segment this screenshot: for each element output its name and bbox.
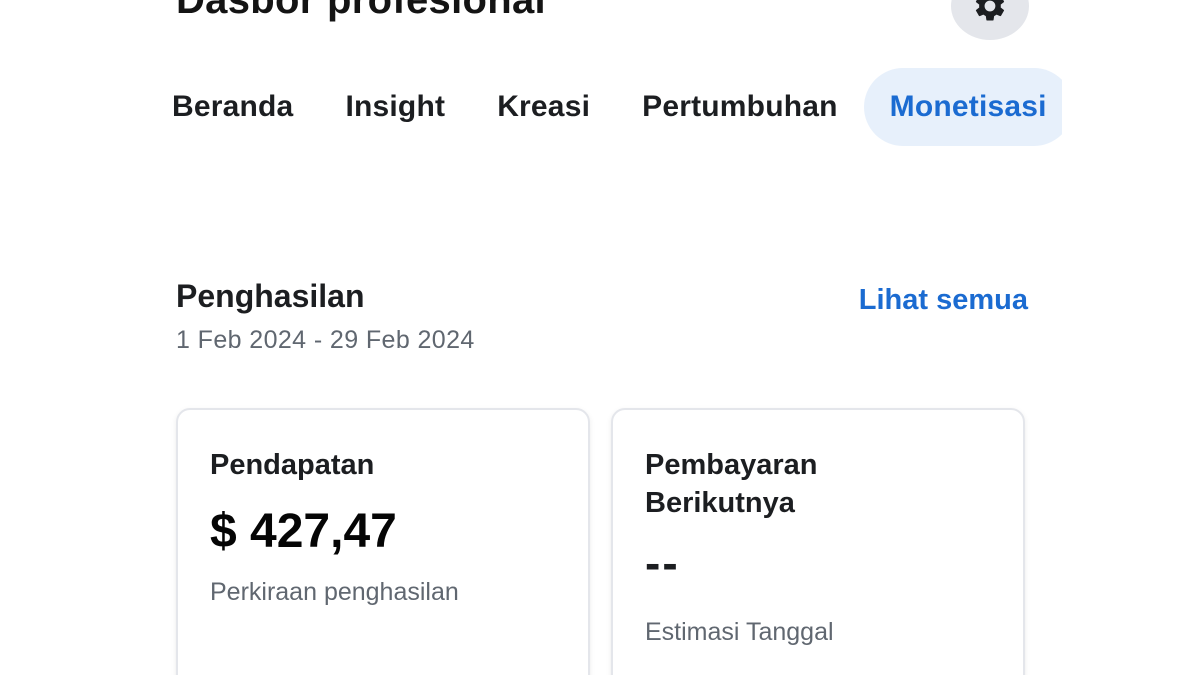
tab-pertumbuhan[interactable]: Pertumbuhan	[616, 68, 864, 146]
next-payment-caption: Estimasi Tanggal	[645, 618, 834, 646]
revenue-card-title: Pendapatan	[210, 449, 375, 481]
next-payment-value: --	[645, 537, 680, 589]
earnings-title: Penghasilan	[176, 278, 365, 314]
professional-dashboard-page: Dasbor profesional Beranda Insight Kreas…	[0, 0, 1200, 675]
next-payment-card[interactable]: Pembayaran Berikutnya -- Estimasi Tangga…	[611, 408, 1025, 675]
gear-icon	[975, 0, 1005, 21]
next-payment-card-title: Pembayaran Berikutnya	[645, 449, 818, 519]
tab-monetisasi[interactable]: Monetisasi	[863, 68, 1062, 146]
earnings-date-range: 1 Feb 2024 - 29 Feb 2024	[176, 326, 475, 354]
tab-beranda[interactable]: Beranda	[172, 68, 319, 146]
tab-insight[interactable]: Insight	[319, 68, 471, 146]
settings-button[interactable]	[951, 0, 1029, 40]
see-all-link[interactable]: Lihat semua	[859, 284, 1028, 317]
page-title: Dasbor profesional	[176, 0, 546, 22]
revenue-caption: Perkiraan penghasilan	[210, 578, 459, 606]
revenue-card[interactable]: Pendapatan $ 427,47 Perkiraan penghasila…	[176, 408, 590, 675]
tab-kreasi[interactable]: Kreasi	[471, 68, 616, 146]
tab-bar: Beranda Insight Kreasi Pertumbuhan Monet…	[172, 68, 1062, 148]
revenue-amount: $ 427,47	[210, 505, 397, 558]
